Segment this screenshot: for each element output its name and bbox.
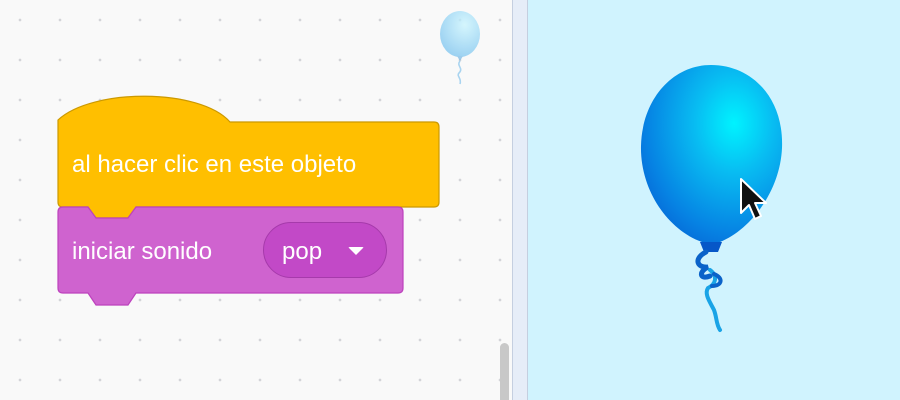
scratch-editor: al hacer clic en este objeto iniciar son… [0, 0, 900, 400]
caret-down-icon [348, 247, 364, 255]
block-stack [57, 95, 440, 306]
hat-block-label: al hacer clic en este objeto [72, 151, 357, 178]
sound-block-label: iniciar sonido [72, 238, 213, 265]
stage[interactable] [528, 0, 900, 400]
panel-divider [512, 0, 528, 400]
workspace-scrollbar[interactable] [500, 343, 509, 400]
code-workspace[interactable]: al hacer clic en este objeto iniciar son… [0, 0, 512, 400]
sound-dropdown[interactable]: pop [263, 222, 387, 278]
sound-dropdown-value: pop [282, 238, 323, 265]
balloon-icon[interactable] [638, 62, 788, 337]
